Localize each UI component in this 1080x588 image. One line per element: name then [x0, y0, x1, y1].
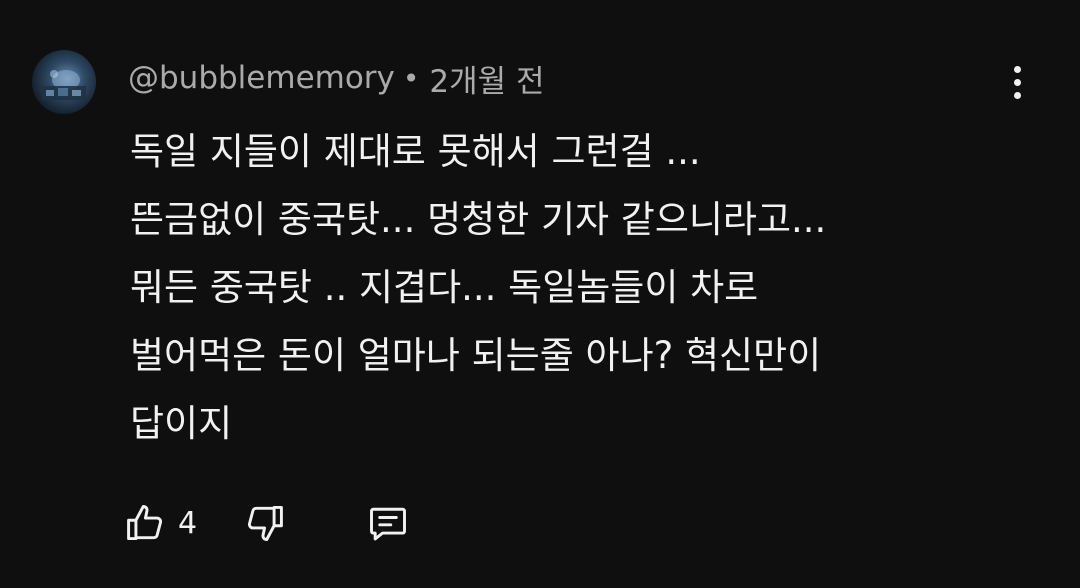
reply-button[interactable]	[366, 501, 410, 545]
like-button[interactable]: 4	[124, 501, 242, 545]
comment-line: 독일 지들이 제대로 못해서 그런걸 ...	[130, 130, 701, 173]
timestamp[interactable]: 2개월 전	[429, 56, 544, 101]
comment-card: @bubblememory • 2개월 전 독일 지들이 제대로 못해서 그런걸…	[0, 0, 1080, 588]
comment-actions: 4	[124, 496, 410, 550]
author-name[interactable]: @bubblememory	[128, 60, 395, 96]
comment-header: @bubblememory • 2개월 전	[128, 56, 545, 100]
comment-line: 답이지	[130, 402, 233, 445]
more-vert-icon	[1013, 91, 1021, 99]
more-vert-icon	[1013, 78, 1021, 86]
more-vert-icon	[1013, 65, 1021, 73]
thumb-down-icon	[247, 505, 283, 541]
comment-line: 벌어먹은 돈이 얼마나 되는줄 아나? 혁신만이	[130, 334, 822, 377]
dislike-button[interactable]	[242, 501, 286, 545]
comment-icon	[370, 507, 406, 541]
comment-text: 독일 지들이 제대로 못해서 그런걸 ... 뜬금없이 중국탓... 멍청한 기…	[130, 118, 1030, 458]
separator-dot: •	[402, 61, 420, 95]
thumb-up-icon	[127, 505, 163, 541]
comment-line: 뜬금없이 중국탓... 멍청한 기자 같으니라고...	[130, 198, 827, 241]
avatar-image	[42, 70, 86, 100]
avatar[interactable]	[32, 50, 96, 114]
more-options-button[interactable]	[1000, 60, 1034, 104]
comment-line: 뭐든 중국탓 .. 지겹다... 독일놈들이 차로	[130, 266, 759, 309]
like-count: 4	[178, 505, 198, 541]
